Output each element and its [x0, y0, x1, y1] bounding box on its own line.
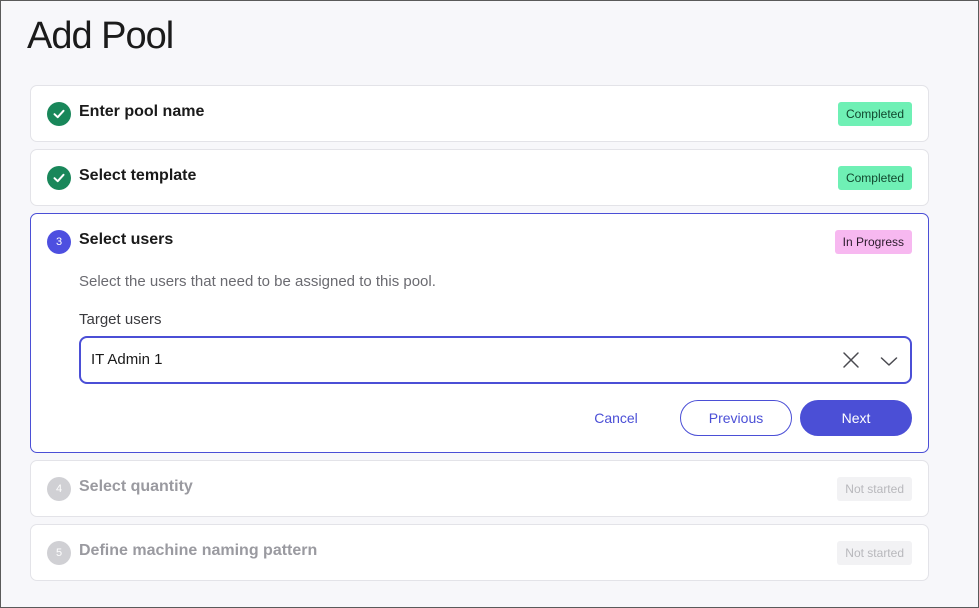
step-title: Select quantity: [79, 478, 193, 495]
status-badge: Completed: [837, 102, 912, 126]
step-select-quantity: 4 Select quantity Not started: [30, 460, 929, 517]
page-title: Add Pool: [27, 15, 174, 57]
step-number: 5: [47, 541, 71, 565]
status-badge: Not started: [837, 541, 912, 565]
target-users-select[interactable]: IT Admin 1: [79, 336, 912, 384]
target-users-label: Target users: [79, 311, 162, 328]
previous-button[interactable]: Previous: [680, 400, 792, 436]
step-title: Select users: [79, 231, 174, 248]
check-icon: [47, 166, 71, 190]
status-badge: Completed: [837, 166, 912, 190]
step-title: Enter pool name: [79, 103, 205, 120]
status-badge: In Progress: [834, 230, 912, 254]
step-number: 4: [47, 477, 71, 501]
step-header[interactable]: Select template Completed: [47, 150, 912, 206]
chevron-down-icon[interactable]: [880, 352, 898, 370]
step-enter-pool-name[interactable]: Enter pool name Completed: [30, 85, 929, 142]
step-description: Select the users that need to be assigne…: [79, 273, 436, 290]
check-icon: [47, 102, 71, 126]
step-select-template[interactable]: Select template Completed: [30, 149, 929, 206]
cancel-button[interactable]: Cancel: [579, 400, 653, 436]
step-header: 5 Define machine naming pattern Not star…: [47, 525, 912, 581]
step-title: Define machine naming pattern: [79, 542, 318, 559]
step-title: Select template: [79, 167, 197, 184]
step-define-machine-naming-pattern: 5 Define machine naming pattern Not star…: [30, 524, 929, 581]
step-header[interactable]: 3 Select users In Progress: [47, 214, 912, 270]
step-header: 4 Select quantity Not started: [47, 461, 912, 517]
close-icon[interactable]: [842, 351, 860, 369]
next-button[interactable]: Next: [800, 400, 912, 436]
step-select-users: 3 Select users In Progress Select the us…: [30, 213, 929, 453]
selected-user: IT Admin 1: [91, 351, 163, 368]
step-number: 3: [47, 230, 71, 254]
step-header[interactable]: Enter pool name Completed: [47, 86, 912, 142]
status-badge: Not started: [837, 477, 912, 501]
